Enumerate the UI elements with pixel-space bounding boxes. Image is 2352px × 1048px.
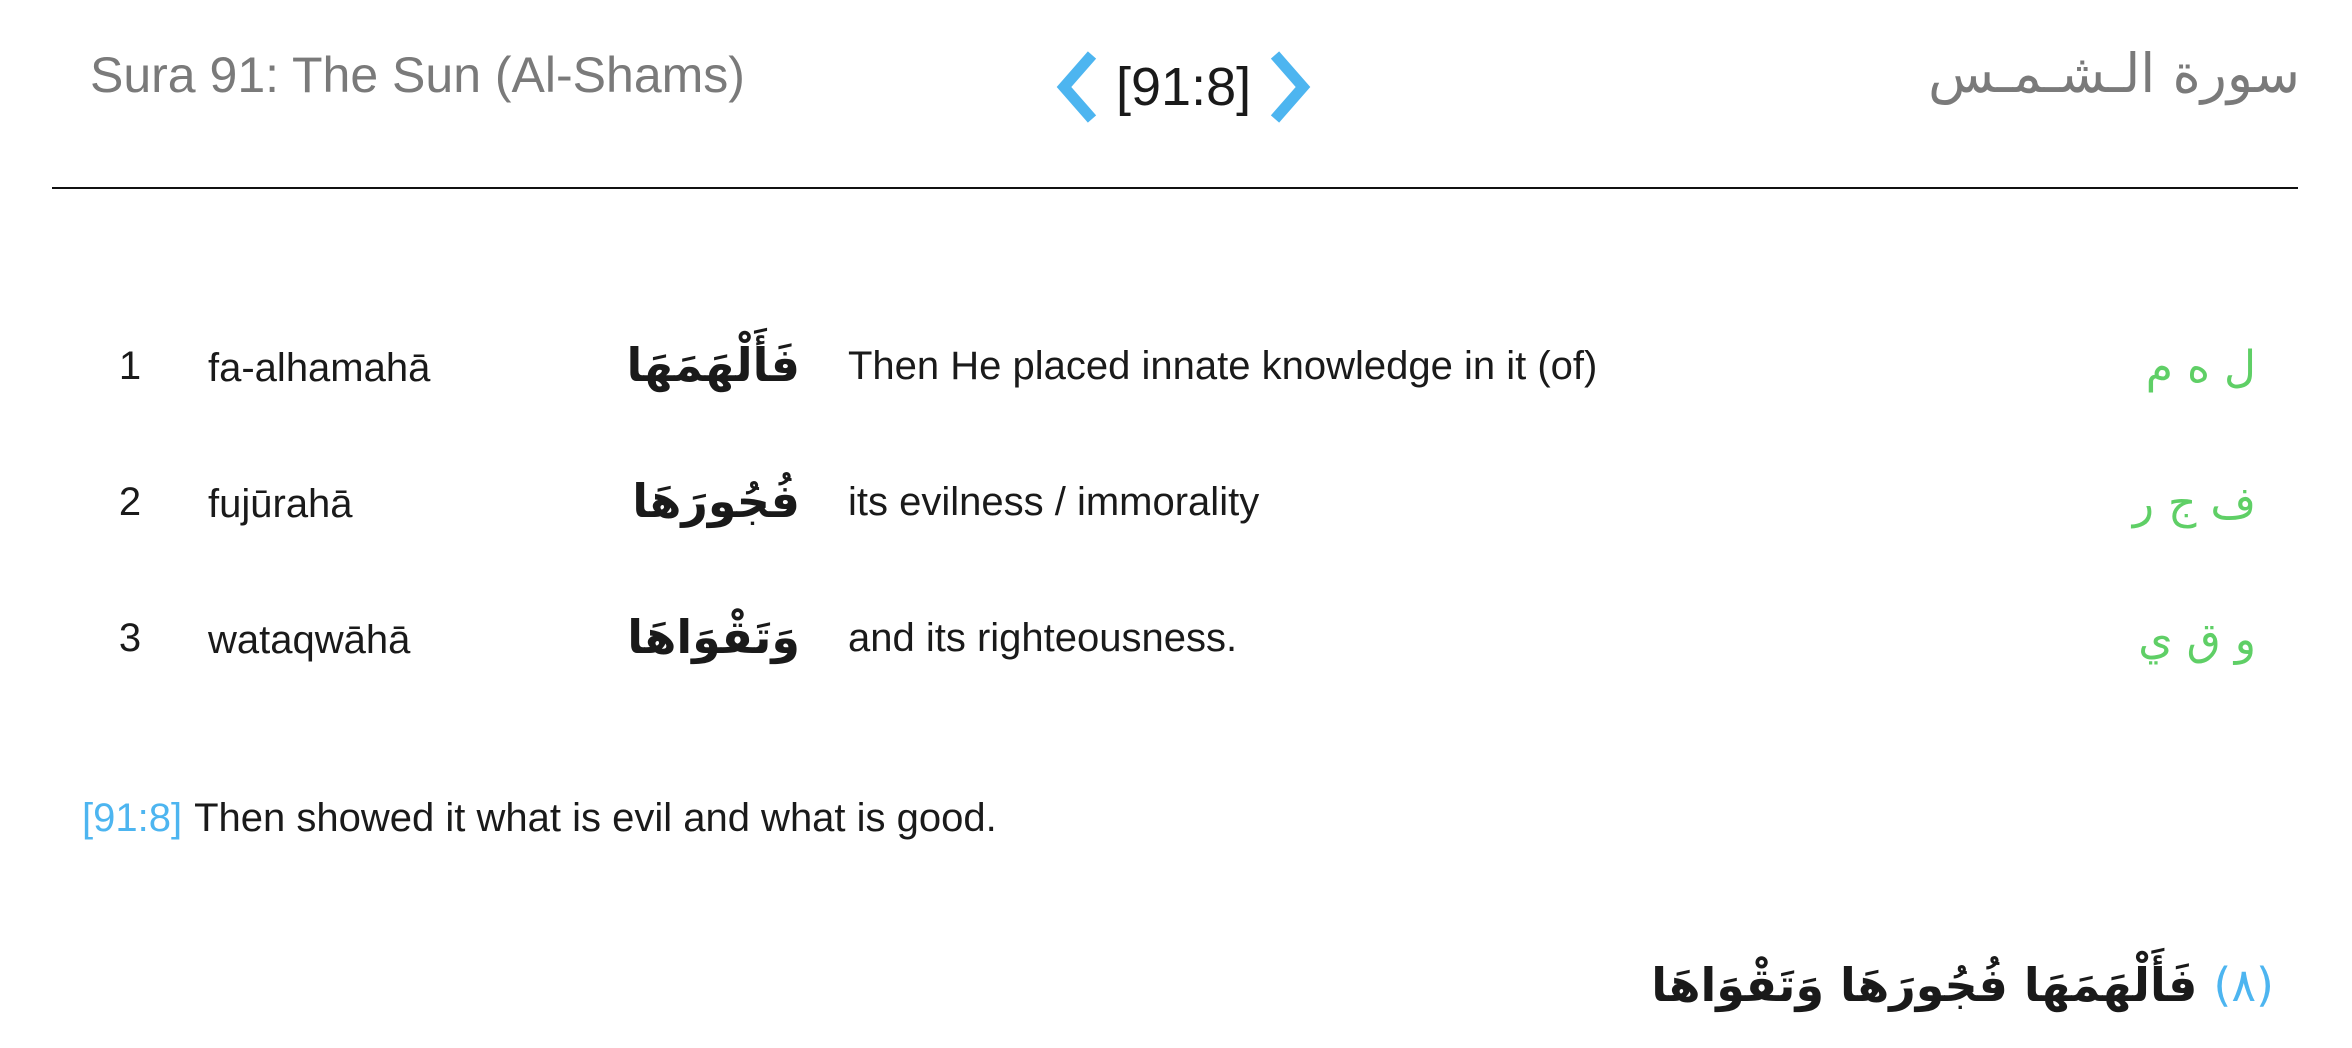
header-divider bbox=[52, 187, 2298, 189]
word-transliteration: wataqwāhā bbox=[208, 618, 411, 662]
verse-reference: [91:8] bbox=[1116, 57, 1252, 117]
word-row[interactable]: 2 fujūrahā فُجُورَهَا its evilness / imm… bbox=[0, 456, 2352, 592]
word-arabic: فَأَلْهَمَهَا bbox=[626, 338, 800, 392]
chevron-right-icon bbox=[1270, 51, 1311, 123]
verse-arabic: (٨) فَأَلْهَمَهَا فُجُورَهَا وَتَقْوَاهَ… bbox=[1651, 958, 2274, 1012]
word-number: 1 bbox=[118, 344, 142, 388]
header: Sura 91: The Sun (Al-Shams) [91:8] سورة … bbox=[0, 0, 2352, 190]
word-arabic: فُجُورَهَا bbox=[632, 474, 800, 528]
word-root-link[interactable]: ف ج ر bbox=[2133, 478, 2256, 529]
verse-navigation: [91:8] bbox=[1050, 42, 1317, 132]
verse-translation: [91:8] Then showed it what is evil and wh… bbox=[82, 796, 997, 841]
word-transliteration: fujūrahā bbox=[208, 482, 353, 526]
word-root-link[interactable]: ل ه م bbox=[2146, 342, 2256, 393]
sura-title: Sura 91: The Sun (Al-Shams) bbox=[90, 47, 745, 103]
word-root-link[interactable]: و ق ي bbox=[2138, 614, 2256, 665]
verse-translation-text: Then showed it what is evil and what is … bbox=[194, 796, 997, 840]
word-table: 1 fa-alhamahā فَأَلْهَمَهَا Then He plac… bbox=[0, 320, 2352, 728]
verse-number-marker: (٨) bbox=[2213, 958, 2274, 1012]
previous-verse-button[interactable] bbox=[1050, 45, 1106, 129]
word-number: 2 bbox=[118, 480, 142, 524]
chevron-left-icon bbox=[1056, 51, 1097, 123]
word-row[interactable]: 3 wataqwāhā وَتَقْوَاهَا and its righteo… bbox=[0, 592, 2352, 728]
verse-arabic-text: فَأَلْهَمَهَا فُجُورَهَا وَتَقْوَاهَا bbox=[1651, 958, 2198, 1012]
word-meaning: and its righteousness. bbox=[848, 616, 1238, 660]
word-meaning: Then He placed innate knowledge in it (o… bbox=[848, 344, 1598, 388]
sura-arabic-title: سورة الـشـمـس bbox=[1928, 42, 2300, 105]
word-number: 3 bbox=[118, 616, 142, 660]
word-row[interactable]: 1 fa-alhamahā فَأَلْهَمَهَا Then He plac… bbox=[0, 320, 2352, 456]
verse-translation-ref-link[interactable]: [91:8] bbox=[82, 796, 182, 840]
word-transliteration: fa-alhamahā bbox=[208, 346, 431, 390]
word-arabic: وَتَقْوَاهَا bbox=[627, 610, 800, 664]
word-meaning: its evilness / immorality bbox=[848, 480, 1260, 524]
next-verse-button[interactable] bbox=[1261, 45, 1317, 129]
